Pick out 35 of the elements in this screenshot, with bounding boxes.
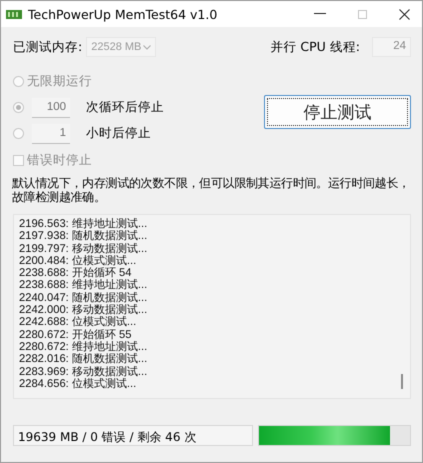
- log-line: 2197.938: 随机数据测试...: [19, 230, 148, 243]
- minimize-icon[interactable]: [314, 13, 326, 15]
- radio-label: 小时后停止: [86, 125, 151, 142]
- log-line: 2240.047: 随机数据测试...: [19, 292, 148, 304]
- log-line: 2280.672: 维持地址测试...: [19, 340, 148, 353]
- stop-test-button[interactable]: 停止测试: [264, 95, 411, 129]
- radio-button[interactable]: [13, 102, 24, 113]
- radio-button[interactable]: [13, 128, 24, 139]
- log-line: 2282.016: 随机数据测试...: [19, 353, 148, 366]
- log-line: 2242.688: 位模式测试...: [19, 316, 138, 329]
- log-line: 2280.672: 开始循环 55: [19, 328, 132, 341]
- scrollbar-thumb[interactable]: [401, 374, 403, 389]
- log-line: 2196.563: 维持地址测试...: [19, 218, 148, 230]
- log-line: 2238.688: 维持地址测试...: [19, 279, 148, 292]
- memory-chip-icon: [6, 8, 22, 20]
- log-line: 2242.000: 移动数据测试...: [19, 304, 148, 316]
- description-text: 默认情况下，内存测试的次数不限，但可以限制其运行时间。运行时间越长，故障检测越准确。: [12, 176, 411, 204]
- radio-label: 次循环后停止: [86, 99, 164, 116]
- log-line: 2238.688: 开始循环 54: [19, 267, 132, 280]
- log-line: 2283.969: 移动数据测试...: [19, 366, 148, 378]
- memory-label: 已测试内存:: [13, 38, 82, 56]
- checkbox-label: 错误时停止: [27, 152, 92, 169]
- threads-label: 并行 CPU 线程:: [270, 38, 360, 56]
- close-icon[interactable]: [399, 8, 410, 20]
- number-field[interactable]: 1: [32, 124, 70, 144]
- log-line: 2284.656: 位模式测试...: [19, 378, 136, 390]
- log-line: 2199.797: 移动数据测试...: [19, 242, 148, 255]
- maximize-icon[interactable]: [358, 10, 367, 18]
- caret-icon: [143, 44, 152, 50]
- status-text: 19639 MB / 0 错误 / 剩余 46 次: [13, 425, 253, 446]
- radio-label: 无限期运行: [27, 73, 92, 90]
- number-field[interactable]: 100: [32, 98, 70, 118]
- log-line: 2200.484: 位模式测试...: [19, 254, 138, 267]
- threads-field[interactable]: 24: [372, 37, 411, 57]
- window-title: TechPowerUp MemTest64 v1.0: [28, 6, 218, 22]
